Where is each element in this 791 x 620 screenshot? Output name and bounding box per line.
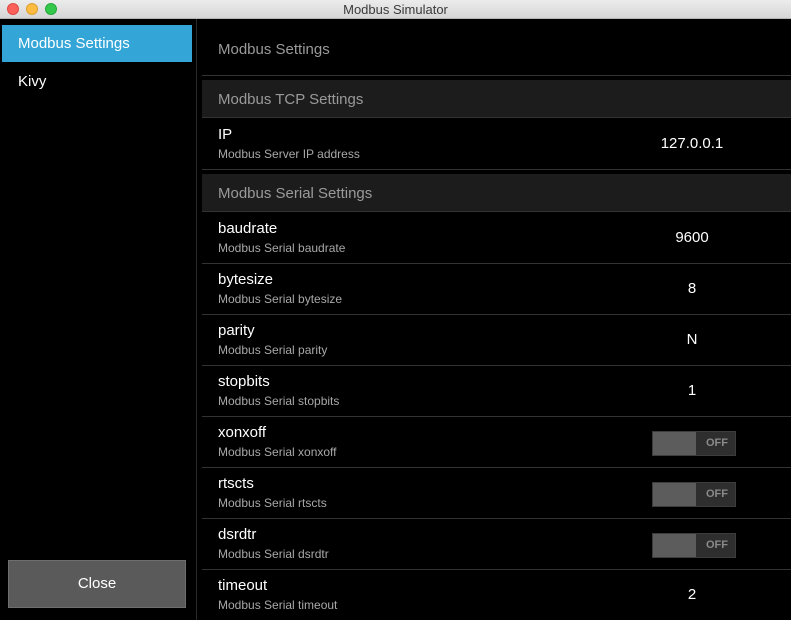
setting-name: xonxoff <box>218 424 267 441</box>
setting-row-timeout[interactable]: timeout Modbus Serial timeout 2 <box>202 570 791 620</box>
toggle-knob <box>653 483 696 506</box>
divider <box>202 75 791 76</box>
setting-desc: Modbus Serial dsrdtr <box>218 547 329 561</box>
setting-name: rtscts <box>218 475 254 492</box>
section-header-serial: Modbus Serial Settings <box>202 174 791 212</box>
close-button[interactable]: Close <box>8 560 186 608</box>
toggle-state: OFF <box>706 539 728 551</box>
rtscts-toggle[interactable]: OFF <box>652 482 736 507</box>
setting-row-xonxoff: xonxoff Modbus Serial xonxoff OFF <box>202 417 791 468</box>
setting-name: bytesize <box>218 271 274 288</box>
toggle-knob <box>653 432 696 455</box>
sidebar: Modbus Settings Kivy Close <box>0 19 197 620</box>
setting-value[interactable]: 2 <box>612 586 772 603</box>
dsrdtr-toggle[interactable]: OFF <box>652 533 736 558</box>
section-header-tcp: Modbus TCP Settings <box>202 80 791 118</box>
setting-desc: Modbus Serial xonxoff <box>218 445 337 459</box>
page-title: Modbus Settings <box>218 41 330 58</box>
setting-row-parity[interactable]: parity Modbus Serial parity N <box>202 315 791 366</box>
setting-name: timeout <box>218 577 268 594</box>
setting-row-baudrate[interactable]: baudrate Modbus Serial baudrate 9600 <box>202 213 791 264</box>
setting-value[interactable]: 9600 <box>612 229 772 246</box>
setting-row-bytesize[interactable]: bytesize Modbus Serial bytesize 8 <box>202 264 791 315</box>
sidebar-item-modbus-settings[interactable]: Modbus Settings <box>2 25 192 62</box>
setting-desc: Modbus Serial rtscts <box>218 496 327 510</box>
setting-desc: Modbus Serial timeout <box>218 598 338 612</box>
setting-desc: Modbus Server IP address <box>218 147 360 161</box>
setting-name: IP <box>218 126 233 143</box>
setting-value[interactable]: 127.0.0.1 <box>612 135 772 152</box>
setting-row-ip[interactable]: IP Modbus Server IP address 127.0.0.1 <box>202 119 791 170</box>
setting-desc: Modbus Serial bytesize <box>218 292 343 306</box>
section-title: Modbus Serial Settings <box>218 185 373 202</box>
setting-value[interactable]: N <box>612 331 772 348</box>
toggle-knob <box>653 534 696 557</box>
setting-name: baudrate <box>218 220 278 237</box>
section-title: Modbus TCP Settings <box>218 91 364 108</box>
setting-value[interactable]: 1 <box>612 382 772 399</box>
window-title: Modbus Simulator <box>343 2 448 17</box>
setting-name: stopbits <box>218 373 270 390</box>
setting-name: dsrdtr <box>218 526 257 543</box>
window-titlebar: Modbus Simulator <box>0 0 791 19</box>
setting-desc: Modbus Serial parity <box>218 343 328 357</box>
setting-row-dsrdtr: dsrdtr Modbus Serial dsrdtr OFF <box>202 519 791 570</box>
settings-panel: Modbus Settings Modbus TCP Settings IP M… <box>198 19 791 620</box>
setting-row-stopbits[interactable]: stopbits Modbus Serial stopbits 1 <box>202 366 791 417</box>
setting-name: parity <box>218 322 255 339</box>
setting-row-rtscts: rtscts Modbus Serial rtscts OFF <box>202 468 791 519</box>
setting-desc: Modbus Serial stopbits <box>218 394 340 408</box>
toggle-state: OFF <box>706 437 728 449</box>
toggle-state: OFF <box>706 488 728 500</box>
setting-desc: Modbus Serial baudrate <box>218 241 346 255</box>
xonxoff-toggle[interactable]: OFF <box>652 431 736 456</box>
sidebar-item-kivy[interactable]: Kivy <box>2 63 192 100</box>
setting-value[interactable]: 8 <box>612 280 772 297</box>
